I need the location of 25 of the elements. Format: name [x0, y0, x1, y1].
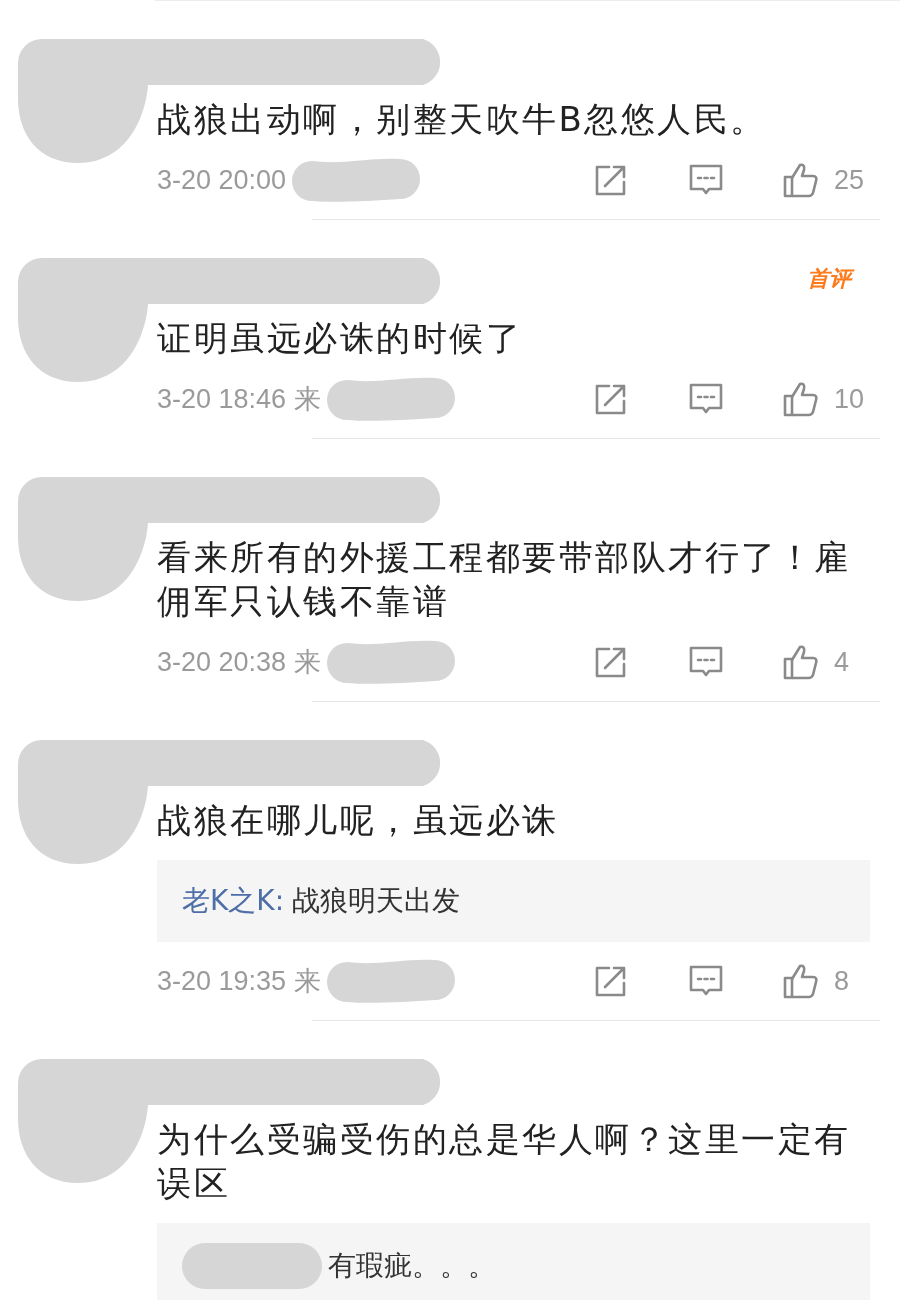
reply-text: 战狼明天出发 [292, 883, 461, 919]
like-icon[interactable] [782, 643, 820, 681]
comment-text: 看来所有的外援工程都要带部队才行了！雇佣军只认钱不靠谱 [157, 536, 852, 623]
like-count: 8 [834, 965, 851, 997]
reply-text: 有瑕疵。。。 [328, 1248, 496, 1284]
like-icon[interactable] [782, 962, 820, 1000]
like-count: 10 [834, 383, 866, 415]
timestamp: 3-20 20:00 [157, 164, 287, 196]
comment-text: 为什么受骗受伤的总是华人啊？这里一定有误区 [157, 1118, 852, 1205]
like-icon[interactable] [782, 380, 820, 418]
comment-text: 证明虽远必诛的时候了 [157, 317, 523, 360]
like-count: 25 [834, 164, 866, 196]
timestamp: 3-20 18:46 来 [157, 383, 321, 416]
comment-text: 战狼在哪儿呢，虽远必诛 [157, 799, 560, 842]
comment-text: 战狼出动啊，别整天吹牛B忽悠人民。 [157, 98, 768, 141]
reply-author[interactable]: 老K之K: [182, 880, 285, 922]
comment-icon[interactable] [688, 964, 724, 998]
first-comment-label: 首评 [807, 258, 865, 294]
comment-icon[interactable] [688, 645, 724, 679]
timestamp: 3-20 20:38 来 [157, 646, 321, 679]
comment-icon[interactable] [688, 163, 724, 197]
like-count: 4 [834, 646, 851, 678]
timestamp: 3-20 19:35 来 [157, 965, 321, 998]
like-icon[interactable] [782, 161, 820, 199]
comment-icon[interactable] [688, 382, 724, 416]
